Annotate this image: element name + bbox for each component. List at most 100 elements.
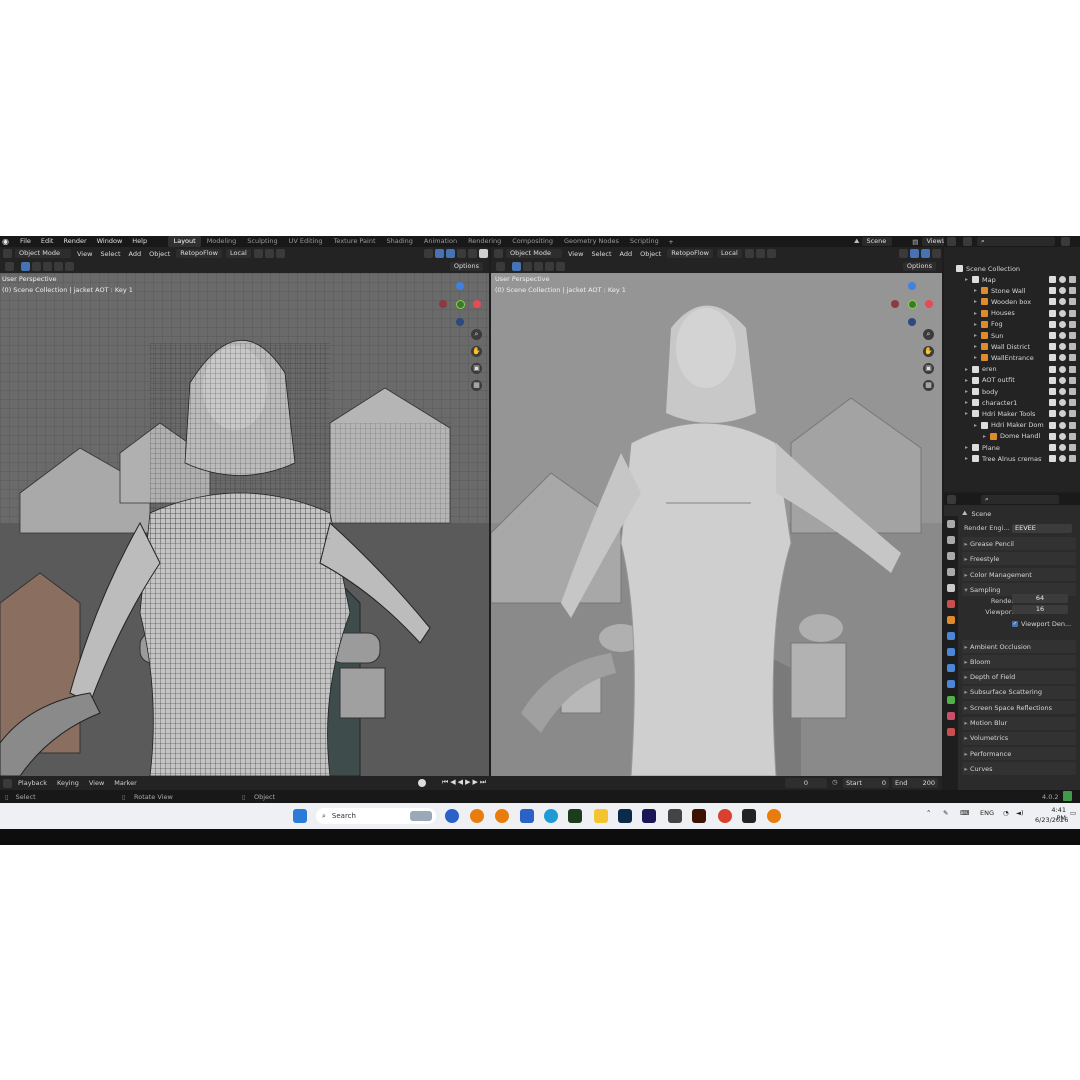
- editor-type-icon[interactable]: [947, 495, 956, 504]
- outliner-row[interactable]: ▸ eren: [944, 364, 1080, 375]
- panel-expand-icon[interactable]: ▸: [962, 719, 970, 727]
- panel-expand-icon[interactable]: ▾: [962, 586, 970, 594]
- volume-icon[interactable]: ◄): [1016, 809, 1024, 817]
- panel-expand-icon[interactable]: ▸: [962, 734, 970, 742]
- outliner-row[interactable]: ▸ Map: [944, 274, 1080, 285]
- exclude-checkbox-icon[interactable]: [1049, 343, 1056, 351]
- falloff-icon[interactable]: [275, 249, 285, 258]
- exclude-checkbox-icon[interactable]: [1049, 309, 1056, 317]
- pen-icon[interactable]: ✎: [943, 809, 948, 817]
- expand-arrow-icon[interactable]: ▸: [965, 377, 972, 384]
- add-workspace-button[interactable]: +: [664, 238, 677, 246]
- playback-controls-icon[interactable]: ⏮◀◀▶▶⏭: [442, 778, 488, 787]
- eye-icon[interactable]: [1059, 455, 1066, 463]
- menu-object[interactable]: Object: [636, 250, 665, 258]
- gizmo-neg-x-axis-icon[interactable]: [439, 300, 447, 308]
- overlay-toggle-icon[interactable]: [921, 249, 930, 258]
- tab-animation[interactable]: Animation: [418, 236, 462, 247]
- camera-icon[interactable]: [1069, 365, 1076, 373]
- particles-tab-icon[interactable]: [947, 648, 955, 656]
- expand-arrow-icon[interactable]: ▸: [965, 388, 972, 395]
- camera-icon[interactable]: [1069, 287, 1076, 295]
- expand-arrow-icon[interactable]: ▸: [974, 343, 981, 350]
- eye-icon[interactable]: [1059, 298, 1066, 306]
- edge-browser-icon[interactable]: [544, 809, 558, 823]
- outliner-row[interactable]: ▸ Houses: [944, 308, 1080, 319]
- menu-window[interactable]: Window: [92, 236, 128, 247]
- camera-icon[interactable]: [1069, 343, 1076, 351]
- exclude-checkbox-icon[interactable]: [1049, 444, 1056, 451]
- keyboard-icon[interactable]: ⌨: [960, 809, 969, 817]
- expand-arrow-icon[interactable]: ▸: [974, 422, 981, 429]
- after-effects-icon[interactable]: [642, 809, 656, 823]
- tool-play-icon[interactable]: [5, 262, 14, 271]
- exclude-checkbox-icon[interactable]: [1049, 332, 1056, 339]
- end-frame-field[interactable]: End 200: [892, 778, 938, 788]
- expand-arrow-icon[interactable]: ▸: [974, 310, 981, 317]
- exclude-checkbox-icon[interactable]: [1049, 276, 1056, 283]
- expand-arrow-icon[interactable]: ▸: [965, 399, 972, 406]
- menu-file[interactable]: File: [15, 236, 36, 247]
- panel-header[interactable]: ▸ Screen Space Reflections: [962, 701, 1076, 715]
- outliner-row[interactable]: ▸ WallEntrance: [944, 352, 1080, 363]
- menu-edit[interactable]: Edit: [36, 236, 59, 247]
- exclude-checkbox-icon[interactable]: [1049, 410, 1056, 418]
- physics-tab-icon[interactable]: [947, 664, 955, 672]
- filter-icon[interactable]: [1061, 237, 1070, 246]
- camera-icon[interactable]: [1069, 376, 1076, 384]
- panel-expand-icon[interactable]: ▸: [962, 750, 970, 758]
- zoom-icon[interactable]: ⌕: [471, 329, 482, 340]
- select-invert-icon[interactable]: [545, 262, 554, 271]
- outliner-row[interactable]: ▸ body: [944, 386, 1080, 397]
- tab-rendering[interactable]: Rendering: [463, 236, 507, 247]
- pan-hand-icon[interactable]: ✋: [923, 346, 934, 357]
- timeline-view-menu[interactable]: View: [84, 779, 109, 787]
- pan-hand-icon[interactable]: ✋: [471, 346, 482, 357]
- status-indicator-icon[interactable]: [1063, 791, 1072, 801]
- exclude-checkbox-icon[interactable]: [1049, 298, 1056, 306]
- expand-arrow-icon[interactable]: ▸: [974, 287, 981, 294]
- tab-texture-paint[interactable]: Texture Paint: [328, 236, 381, 247]
- editor-type-icon[interactable]: [494, 249, 503, 258]
- render-engine-dropdown[interactable]: EEVEE: [1012, 524, 1072, 533]
- checkbox-checked-icon[interactable]: ✓: [1012, 621, 1018, 627]
- outliner-root[interactable]: Scene Collection: [944, 263, 1080, 274]
- menu-add[interactable]: Add: [125, 250, 146, 258]
- retopoflow-menu[interactable]: RetopoFlow: [667, 249, 713, 258]
- outliner-row[interactable]: ▸ Hdri Maker Dom: [944, 420, 1080, 431]
- gizmo-z-axis-icon[interactable]: [908, 282, 916, 290]
- shading-wireframe-icon[interactable]: [932, 249, 941, 258]
- outliner-row[interactable]: ▸ Sun: [944, 330, 1080, 341]
- start-frame-field[interactable]: Start 0: [843, 778, 889, 788]
- display-mode-icon[interactable]: [963, 237, 972, 246]
- outliner-row[interactable]: ▸ Fog: [944, 319, 1080, 330]
- expand-arrow-icon[interactable]: ▸: [965, 444, 972, 451]
- camera-icon[interactable]: [1069, 432, 1076, 440]
- panel-header[interactable]: ▸ Depth of Field: [962, 670, 1076, 684]
- zoom-icon[interactable]: ⌕: [923, 329, 934, 340]
- panel-expand-icon[interactable]: ▸: [962, 658, 970, 666]
- blender-app-icon-2[interactable]: [495, 809, 509, 823]
- tab-scripting[interactable]: Scripting: [624, 236, 664, 247]
- eye-icon[interactable]: [1059, 365, 1066, 373]
- tab-modeling[interactable]: Modeling: [201, 236, 242, 247]
- camera-icon[interactable]: [1069, 309, 1076, 317]
- menu-view[interactable]: View: [73, 250, 96, 258]
- select-box-icon[interactable]: [512, 262, 521, 271]
- camera-icon[interactable]: [1069, 354, 1076, 362]
- gizmo-y-axis-icon[interactable]: [908, 300, 917, 309]
- expand-arrow-icon[interactable]: ▸: [974, 321, 981, 328]
- taskbar-search[interactable]: ⌕ Search: [316, 808, 436, 824]
- eye-icon[interactable]: [1059, 410, 1066, 418]
- view-layer-tab-icon[interactable]: [947, 568, 955, 576]
- outliner-row[interactable]: ▸ Wooden box: [944, 296, 1080, 307]
- visibility-icon[interactable]: [899, 249, 908, 258]
- outliner-row[interactable]: ▸ AOT outfit: [944, 375, 1080, 386]
- menu-object[interactable]: Object: [145, 250, 174, 258]
- viewport-solid[interactable]: Object Mode View Select Add Object Retop…: [491, 247, 942, 776]
- select-extend-icon[interactable]: [523, 262, 532, 271]
- outliner-row[interactable]: ▸ Plane: [944, 442, 1080, 453]
- world-tab-icon[interactable]: [947, 600, 955, 608]
- tab-sculpting[interactable]: Sculpting: [242, 236, 283, 247]
- wifi-icon[interactable]: ◔: [1003, 809, 1009, 817]
